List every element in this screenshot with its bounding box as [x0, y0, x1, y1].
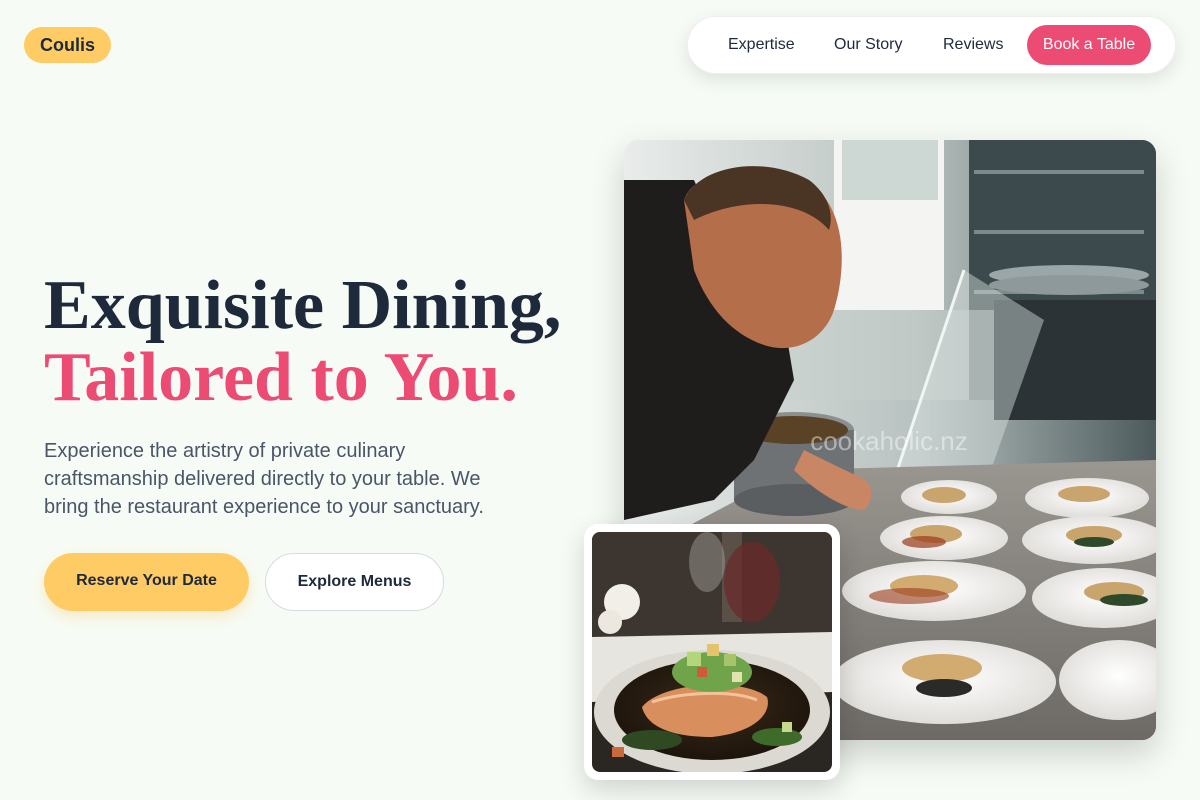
headline-line-1: Exquisite Dining, [44, 267, 562, 344]
book-a-table-button[interactable]: Book a Table [1027, 25, 1151, 65]
main-photo-watermark: cookaholic.nz [810, 426, 968, 456]
nav-link-reviews[interactable]: Reviews [943, 35, 1003, 55]
salmon-dish-illustration [592, 532, 832, 772]
hero-description: Experience the artistry of private culin… [44, 440, 484, 518]
headline-line-2: Tailored to You. [44, 339, 518, 416]
salmon-dish-photo [592, 532, 832, 772]
brand-logo[interactable]: Coulis [24, 27, 112, 63]
top-nav: Expertise Our Story Reviews Book a Table [687, 16, 1176, 74]
inset-photo-frame [584, 524, 840, 780]
hero-headline: Exquisite Dining, Tailored to You. [44, 270, 561, 414]
reserve-date-button[interactable]: Reserve Your Date [44, 553, 249, 611]
nav-link-expertise[interactable]: Expertise [728, 35, 795, 55]
nav-link-our-story[interactable]: Our Story [834, 35, 902, 55]
explore-menus-button[interactable]: Explore Menus [265, 553, 444, 611]
